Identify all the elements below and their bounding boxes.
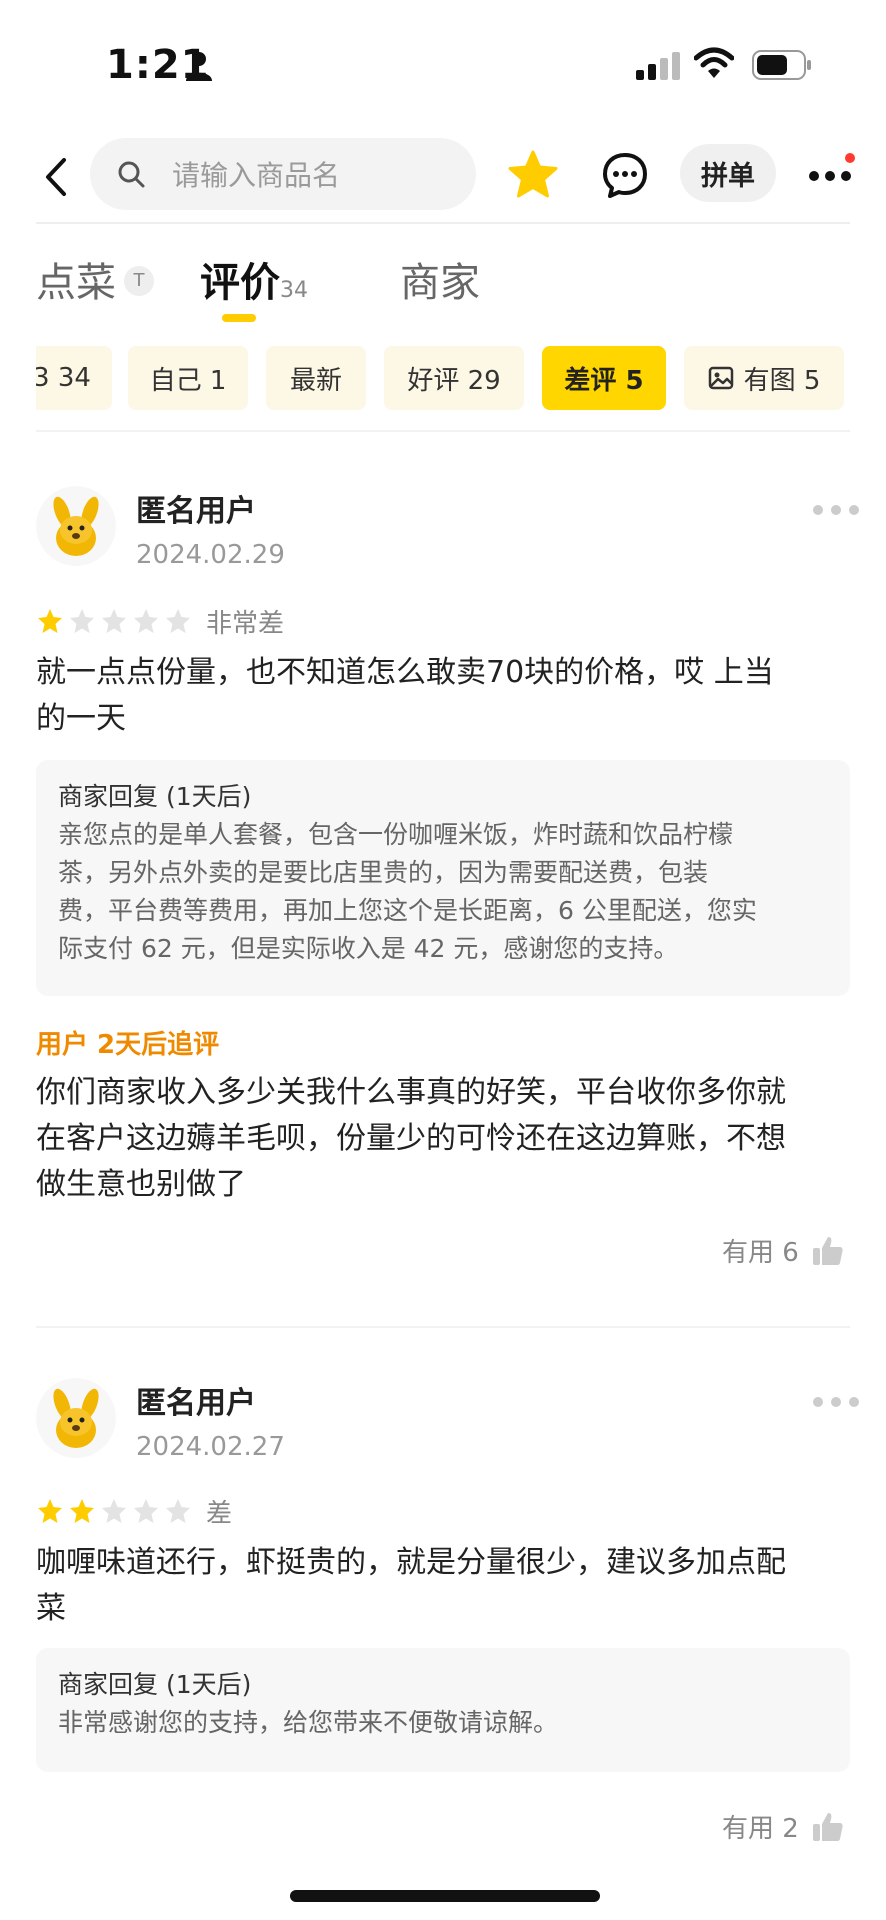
star-filled-icon	[38, 1499, 62, 1523]
useful-button[interactable]: 有用 2	[722, 1808, 845, 1845]
review-date: 2024.02.27	[136, 1432, 285, 1462]
thumbs-up-icon	[812, 1236, 843, 1265]
group-order-button[interactable]: 拼单	[680, 144, 776, 202]
tab-menu-badge: T	[124, 266, 154, 296]
avatar	[36, 1378, 116, 1458]
favorite-star-icon[interactable]	[506, 148, 560, 202]
review-date: 2024.02.29	[136, 540, 285, 570]
filter-chip-latest[interactable]: 最新	[266, 346, 366, 410]
thumbs-up-icon	[812, 1812, 843, 1841]
reply-text-line: 非常感谢您的支持，给您带来不便敬请谅解。	[58, 1708, 559, 1737]
tab-merchant[interactable]: 商家	[400, 250, 480, 308]
followup-text: 你们商家收入多少关我什么事真的好笑，平台收你多你就 在客户这边薅羊毛呗，份量少的…	[36, 1070, 846, 1208]
image-icon	[708, 366, 733, 390]
star-empty-icon	[166, 1499, 190, 1523]
star-rating: 非常差	[36, 606, 284, 639]
star-filled-icon	[70, 1499, 94, 1523]
back-button[interactable]	[36, 150, 76, 204]
search-placeholder: 请输入商品名	[172, 159, 341, 192]
review-text-line: 咖喱味道还行，虾挺贵的，就是分量很少，建议多加点配	[36, 1545, 786, 1580]
nav-bar: 请输入商品名 拼单	[0, 130, 886, 226]
avatar	[36, 486, 116, 566]
signal-icon	[636, 52, 680, 80]
battery-icon	[752, 50, 811, 80]
home-indicator[interactable]	[290, 1890, 600, 1902]
username: 匿名用户	[136, 494, 256, 529]
more-icon[interactable]	[806, 150, 856, 200]
rating-text: 差	[206, 1498, 233, 1529]
review-text-line: 的一天	[36, 701, 126, 736]
filter-chip-positive[interactable]: 好评 29	[384, 346, 524, 410]
filter-chip-mine[interactable]: 自己 1	[128, 346, 248, 410]
star-rating: 差	[36, 1496, 232, 1529]
tab-review[interactable]: 评价	[200, 250, 280, 308]
star-empty-icon	[134, 609, 158, 633]
filter-chip-negative[interactable]: 差评 5	[542, 346, 666, 410]
reply-text-line: 费，平台费等费用，再加上您这个是长距离，6 公里配送，您实	[58, 896, 757, 925]
useful-label: 有用 2	[722, 1814, 799, 1844]
merchant-reply: 商家回复 (1天后) 非常感谢您的支持，给您带来不便敬请谅解。	[36, 1648, 850, 1772]
star-empty-icon	[134, 1499, 158, 1523]
tab-review-count: 34	[280, 278, 308, 303]
status-bar: 1:21	[0, 0, 886, 130]
more-options-icon[interactable]	[812, 502, 860, 518]
star-empty-icon	[102, 609, 126, 633]
divider	[36, 430, 850, 432]
message-icon[interactable]	[600, 150, 650, 200]
filter-chip-with-photo-label: 有图 5	[743, 365, 821, 396]
username: 匿名用户	[136, 1386, 256, 1421]
review-text-line: 菜	[36, 1591, 66, 1626]
followup-label: 用户 2天后追评	[36, 1030, 220, 1060]
merchant-reply: 商家回复 (1天后) 亲您点的是单人套餐，包含一份咖喱米饭，炸时蔬和饮品柠檬 茶…	[36, 760, 850, 996]
reply-text-line: 际支付 62 元，但是实际收入是 42 元，感谢您的支持。	[58, 934, 679, 963]
followup-text-line: 做生意也别做了	[36, 1167, 246, 1202]
rating-text: 非常差	[206, 608, 285, 639]
filter-chips: 3 34 自己 1 最新 好评 29 差评 5 有图 5	[36, 346, 850, 410]
reply-text-line: 茶，另外点外卖的是要比店里贵的，因为需要配送费，包装	[58, 858, 709, 887]
tab-bar: 点菜 T 评价 34 商家	[0, 250, 886, 330]
filter-chip-all[interactable]: 3 34	[36, 346, 112, 410]
review-text-line: 就一点点份量，也不知道怎么敢卖70块的价格，哎 上当	[36, 655, 774, 690]
tab-active-indicator	[222, 314, 256, 322]
followup-text-line: 在客户这边薅羊毛呗，份量少的可怜还在这边算账，不想	[36, 1121, 786, 1156]
wifi-icon	[694, 47, 734, 78]
followup-text-line: 你们商家收入多少关我什么事真的好笑，平台收你多你就	[36, 1075, 786, 1110]
star-empty-icon	[166, 609, 190, 633]
person-icon	[186, 52, 212, 81]
search-input[interactable]: 请输入商品名	[90, 138, 476, 210]
star-empty-icon	[102, 1499, 126, 1523]
review-text: 咖喱味道还行，虾挺贵的，就是分量很少，建议多加点配 菜	[36, 1540, 846, 1632]
more-options-icon[interactable]	[812, 1394, 860, 1410]
divider	[36, 222, 850, 224]
useful-label: 有用 6	[722, 1238, 799, 1268]
search-icon	[118, 161, 145, 188]
back-arrow-icon	[46, 158, 66, 196]
review-text: 就一点点份量，也不知道怎么敢卖70块的价格，哎 上当 的一天	[36, 650, 846, 742]
tab-menu[interactable]: 点菜	[36, 250, 116, 308]
divider	[36, 1326, 850, 1328]
reply-title: 商家回复 (1天后)	[58, 1670, 252, 1699]
star-empty-icon	[70, 609, 94, 633]
reply-title: 商家回复 (1天后)	[58, 782, 252, 811]
star-filled-icon	[38, 609, 62, 633]
useful-button[interactable]: 有用 6	[722, 1232, 845, 1269]
filter-chip-with-photo[interactable]: 有图 5	[684, 346, 844, 410]
reply-text-line: 亲您点的是单人套餐，包含一份咖喱米饭，炸时蔬和饮品柠檬	[58, 820, 734, 849]
